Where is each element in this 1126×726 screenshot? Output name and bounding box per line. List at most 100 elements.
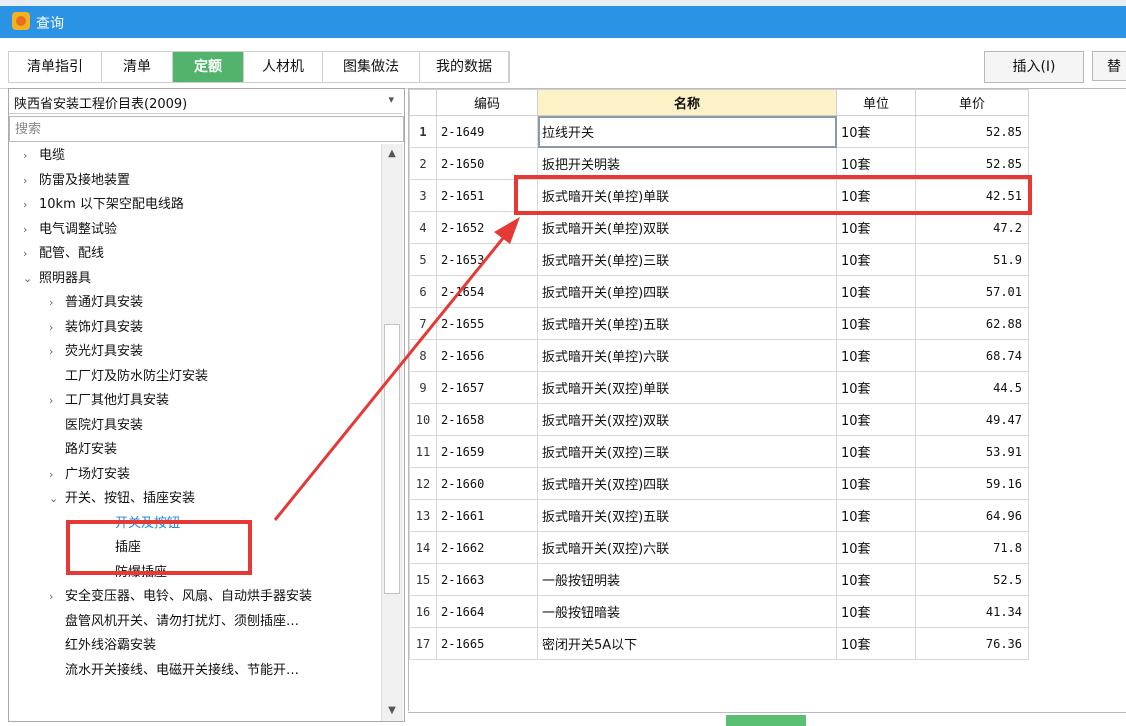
scrollbar-thumb[interactable]: [384, 324, 400, 594]
row-number[interactable]: 14: [409, 531, 437, 564]
table-row[interactable]: 13 2-1661 扳式暗开关(双控)五联 10套 64.96: [409, 499, 1029, 532]
tree-node[interactable]: › 防雷及接地装置: [23, 169, 130, 193]
code-cell[interactable]: 2-1660: [436, 467, 538, 500]
name-cell[interactable]: 扳式暗开关(单控)四联: [537, 275, 837, 308]
name-cell[interactable]: 扳式暗开关(单控)双联: [537, 211, 837, 244]
name-cell[interactable]: 密闭开关5A以下: [537, 627, 837, 660]
tab-list[interactable]: 清单: [102, 52, 173, 82]
table-row[interactable]: 17 2-1665 密闭开关5A以下 10套 76.36: [409, 627, 1029, 660]
tab-list-guide[interactable]: 清单指引: [9, 52, 102, 82]
name-cell[interactable]: 扳式暗开关(双控)六联: [537, 531, 837, 564]
table-row[interactable]: 3 2-1651 扳式暗开关(单控)单联 10套 42.51: [409, 179, 1029, 212]
table-row[interactable]: 6 2-1654 扳式暗开关(单控)四联 10套 57.01: [409, 275, 1029, 308]
code-header[interactable]: 编码: [436, 89, 538, 116]
price-cell[interactable]: 64.96: [915, 499, 1029, 532]
table-row[interactable]: 5 2-1653 扳式暗开关(单控)三联 10套 51.9: [409, 243, 1029, 276]
price-cell[interactable]: 62.88: [915, 307, 1029, 340]
unit-cell[interactable]: 10套: [836, 595, 916, 628]
code-cell[interactable]: 2-1659: [436, 435, 538, 468]
row-number[interactable]: 9: [409, 371, 437, 404]
price-cell[interactable]: 42.51: [915, 179, 1029, 212]
expand-right-icon[interactable]: ›: [23, 144, 39, 168]
code-cell[interactable]: 2-1663: [436, 563, 538, 596]
expand-right-icon[interactable]: ›: [23, 218, 39, 242]
table-row[interactable]: 16 2-1664 一般按钮暗装 10套 41.34: [409, 595, 1029, 628]
unit-cell[interactable]: 10套: [836, 467, 916, 500]
tree-node[interactable]: 红外线浴霸安装: [65, 634, 156, 658]
price-cell[interactable]: 52.85: [915, 147, 1029, 180]
expand-right-icon[interactable]: ›: [23, 242, 39, 266]
tree-node[interactable]: 盘管风机开关、请勿打扰灯、须刨插座…: [65, 610, 299, 634]
tab-labor-material-machine[interactable]: 人材机: [244, 52, 323, 82]
price-cell[interactable]: 57.01: [915, 275, 1029, 308]
code-cell[interactable]: 2-1650: [436, 147, 538, 180]
tree-node[interactable]: › 广场灯安装: [49, 463, 130, 487]
row-number[interactable]: 13: [409, 499, 437, 532]
row-number[interactable]: 12: [409, 467, 437, 500]
tree-node[interactable]: 路灯安装: [65, 438, 117, 462]
tree-node[interactable]: › 10km 以下架空配电线路: [23, 193, 184, 217]
name-cell[interactable]: 扳式暗开关(单控)五联: [537, 307, 837, 340]
tree-node[interactable]: › 配管、配线: [23, 242, 104, 266]
row-number[interactable]: 6: [409, 275, 437, 308]
row-number[interactable]: 1: [409, 115, 437, 148]
unit-cell[interactable]: 10套: [836, 627, 916, 660]
unit-cell[interactable]: 10套: [836, 563, 916, 596]
expand-right-icon[interactable]: ›: [49, 291, 65, 315]
name-cell[interactable]: 扳式暗开关(单控)三联: [537, 243, 837, 276]
price-cell[interactable]: 47.2: [915, 211, 1029, 244]
name-cell[interactable]: 扳式暗开关(双控)四联: [537, 467, 837, 500]
table-row[interactable]: 7 2-1655 扳式暗开关(单控)五联 10套 62.88: [409, 307, 1029, 340]
catalog-select[interactable]: 陕西省安装工程价目表(2009) ▾: [9, 89, 402, 114]
price-cell[interactable]: 52.85: [915, 115, 1029, 148]
price-cell[interactable]: 76.36: [915, 627, 1029, 660]
table-row[interactable]: 4 2-1652 扳式暗开关(单控)双联 10套 47.2: [409, 211, 1029, 244]
price-cell[interactable]: 41.34: [915, 595, 1029, 628]
table-row[interactable]: 11 2-1659 扳式暗开关(双控)三联 10套 53.91: [409, 435, 1029, 468]
code-cell[interactable]: 2-1664: [436, 595, 538, 628]
tab-atlas-method[interactable]: 图集做法: [323, 52, 420, 82]
unit-cell[interactable]: 10套: [836, 243, 916, 276]
splitter-handle[interactable]: [726, 715, 806, 726]
code-cell[interactable]: 2-1662: [436, 531, 538, 564]
code-cell[interactable]: 2-1651: [436, 179, 538, 212]
code-cell[interactable]: 2-1657: [436, 371, 538, 404]
scroll-up-icon[interactable]: ▲: [384, 147, 400, 161]
search-input[interactable]: [9, 116, 404, 142]
unit-header[interactable]: 单位: [836, 89, 916, 116]
tree-node[interactable]: 医院灯具安装: [65, 414, 143, 438]
table-row[interactable]: 15 2-1663 一般按钮明装 10套 52.5: [409, 563, 1029, 596]
table-row[interactable]: 10 2-1658 扳式暗开关(双控)双联 10套 49.47: [409, 403, 1029, 436]
table-row[interactable]: 1 2-1649 拉线开关 10套 52.85: [409, 115, 1029, 148]
unit-cell[interactable]: 10套: [836, 275, 916, 308]
tab-my-data[interactable]: 我的数据: [420, 52, 509, 82]
price-cell[interactable]: 51.9: [915, 243, 1029, 276]
unit-cell[interactable]: 10套: [836, 339, 916, 372]
code-cell[interactable]: 2-1653: [436, 243, 538, 276]
table-row[interactable]: 12 2-1660 扳式暗开关(双控)四联 10套 59.16: [409, 467, 1029, 500]
code-cell[interactable]: 2-1649: [436, 115, 538, 148]
scroll-down-icon[interactable]: ▼: [384, 704, 400, 718]
tree-node[interactable]: 防爆插座: [115, 561, 167, 585]
tree-node[interactable]: › 电气调整试验: [23, 218, 117, 242]
tree-node[interactable]: › 普通灯具安装: [49, 291, 143, 315]
name-cell[interactable]: 扳式暗开关(双控)双联: [537, 403, 837, 436]
code-cell[interactable]: 2-1656: [436, 339, 538, 372]
expand-right-icon[interactable]: ›: [23, 169, 39, 193]
table-row[interactable]: 9 2-1657 扳式暗开关(双控)单联 10套 44.5: [409, 371, 1029, 404]
name-cell[interactable]: 扳把开关明装: [537, 147, 837, 180]
name-cell[interactable]: 扳式暗开关(双控)单联: [537, 371, 837, 404]
price-cell[interactable]: 68.74: [915, 339, 1029, 372]
name-header[interactable]: 名称: [537, 89, 837, 116]
tree-node[interactable]: ⌄ 照明器具: [23, 267, 91, 291]
unit-cell[interactable]: 10套: [836, 371, 916, 404]
table-row[interactable]: 8 2-1656 扳式暗开关(单控)六联 10套 68.74: [409, 339, 1029, 372]
row-number[interactable]: 7: [409, 307, 437, 340]
row-number[interactable]: 8: [409, 339, 437, 372]
code-cell[interactable]: 2-1658: [436, 403, 538, 436]
tab-quota[interactable]: 定额: [173, 52, 244, 82]
expand-right-icon[interactable]: ›: [49, 340, 65, 364]
code-cell[interactable]: 2-1654: [436, 275, 538, 308]
table-row[interactable]: 14 2-1662 扳式暗开关(双控)六联 10套 71.8: [409, 531, 1029, 564]
tree-node[interactable]: 插座: [115, 536, 141, 560]
